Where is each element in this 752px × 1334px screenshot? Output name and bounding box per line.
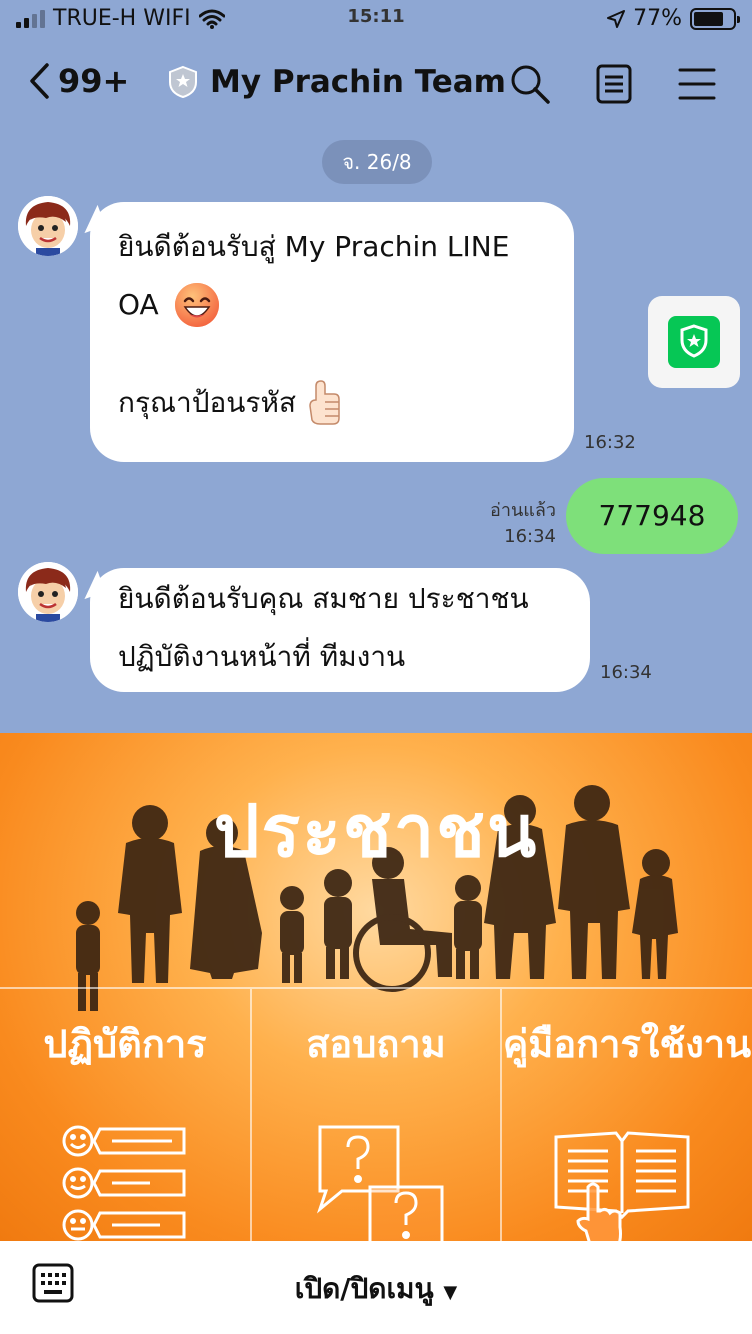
message-3-line-1: ยินดีต้อนรับคุณ สมชาย ประชาชน [118, 582, 529, 615]
faces-checklist-icon [62, 1125, 186, 1241]
status-right: 77% [607, 6, 740, 31]
battery-icon [690, 7, 740, 30]
bottom-bar: เปิด/ปิดเมนู ▼ [0, 1241, 752, 1334]
message-1-line-2: OA [118, 288, 159, 321]
manual-label: คู่มือการใช้งาน [502, 1022, 752, 1066]
boy-avatar-icon [18, 196, 78, 256]
message-1-line-3: กรุณาป้อนรหัส [118, 386, 297, 419]
bubble-tail [76, 570, 106, 600]
battery-fill [694, 11, 724, 26]
message-2-time: 16:34 [504, 526, 556, 547]
message-3-time: 16:34 [600, 662, 652, 683]
thumbs-up-emoji-icon [309, 380, 340, 425]
location-arrow-icon [607, 9, 626, 28]
message-1-line-1: ยินดีต้อนรับสู่ My Prachin LINE [118, 230, 510, 263]
battery-percent: 77% [633, 6, 682, 31]
rich-menu-manual[interactable]: คู่มือการใช้งาน [502, 989, 752, 1241]
menu-toggle[interactable]: เปิด/ปิดเมนู ▼ [0, 1267, 752, 1311]
question-bubbles-icon [316, 1125, 444, 1241]
chevron-left-icon [30, 63, 49, 99]
rich-menu-inquiry[interactable]: สอบถาม [252, 989, 500, 1241]
rich-menu: ประชาชน ปฏิบัติการ สอบถาม คู่มือการใช้งา… [0, 733, 752, 1241]
manual-book-icon [554, 1131, 690, 1241]
shared-badge-card[interactable] [648, 296, 740, 388]
rich-menu-operations[interactable]: ปฏิบัติการ [0, 989, 250, 1241]
menu-toggle-label: เปิด/ปิดเมนู [294, 1272, 434, 1305]
incoming-message-1[interactable]: ยินดีต้อนรับสู่ My Prachin LINE OA กรุณา… [76, 202, 574, 462]
date-separator: จ. 26/8 [322, 140, 432, 184]
bot-avatar[interactable] [18, 196, 78, 256]
chat-title-area[interactable]: My Prachin Team [168, 64, 506, 100]
chat-title: My Prachin Team [210, 64, 506, 100]
boy-avatar-icon [18, 562, 78, 622]
smiling-emoji-icon [174, 283, 219, 327]
message-1-spacer [118, 334, 546, 374]
shield-badge-icon [169, 65, 197, 99]
search-icon[interactable] [508, 62, 552, 106]
menu-icon[interactable] [676, 62, 720, 106]
message-1-line-3-row: กรุณาป้อนรหัส [118, 374, 546, 432]
caret-down-icon: ▼ [443, 1282, 458, 1303]
status-bar: TRUE-H WIFI 15:11 77% [0, 0, 752, 40]
rich-menu-title: ประชาชน [213, 789, 539, 873]
message-1-time: 16:32 [584, 432, 636, 453]
line-green-tile [668, 316, 720, 368]
read-receipt: อ่านแล้ว 16:34 [490, 498, 556, 550]
bot-avatar[interactable] [18, 562, 78, 622]
shield-star-icon [680, 324, 708, 358]
outgoing-message[interactable]: 777948 [566, 478, 738, 554]
inquiry-label: สอบถาม [306, 1022, 446, 1066]
read-label: อ่านแล้ว [490, 500, 556, 521]
operations-label: ปฏิบัติการ [43, 1022, 207, 1066]
message-3-line-2: ปฏิบัติงานหน้าที่ ทีมงาน [118, 640, 406, 673]
chat-header: 99+ My Prachin Team [0, 48, 752, 122]
incoming-message-2[interactable]: ยินดีต้อนรับคุณ สมชาย ประชาชน ปฏิบัติงาน… [76, 568, 590, 692]
bubble-tail [76, 204, 106, 234]
unread-count: 99+ [58, 62, 130, 100]
notes-icon[interactable] [592, 62, 636, 106]
message-1-line-2-row: OA [118, 276, 546, 334]
back-button[interactable]: 99+ [28, 62, 129, 100]
